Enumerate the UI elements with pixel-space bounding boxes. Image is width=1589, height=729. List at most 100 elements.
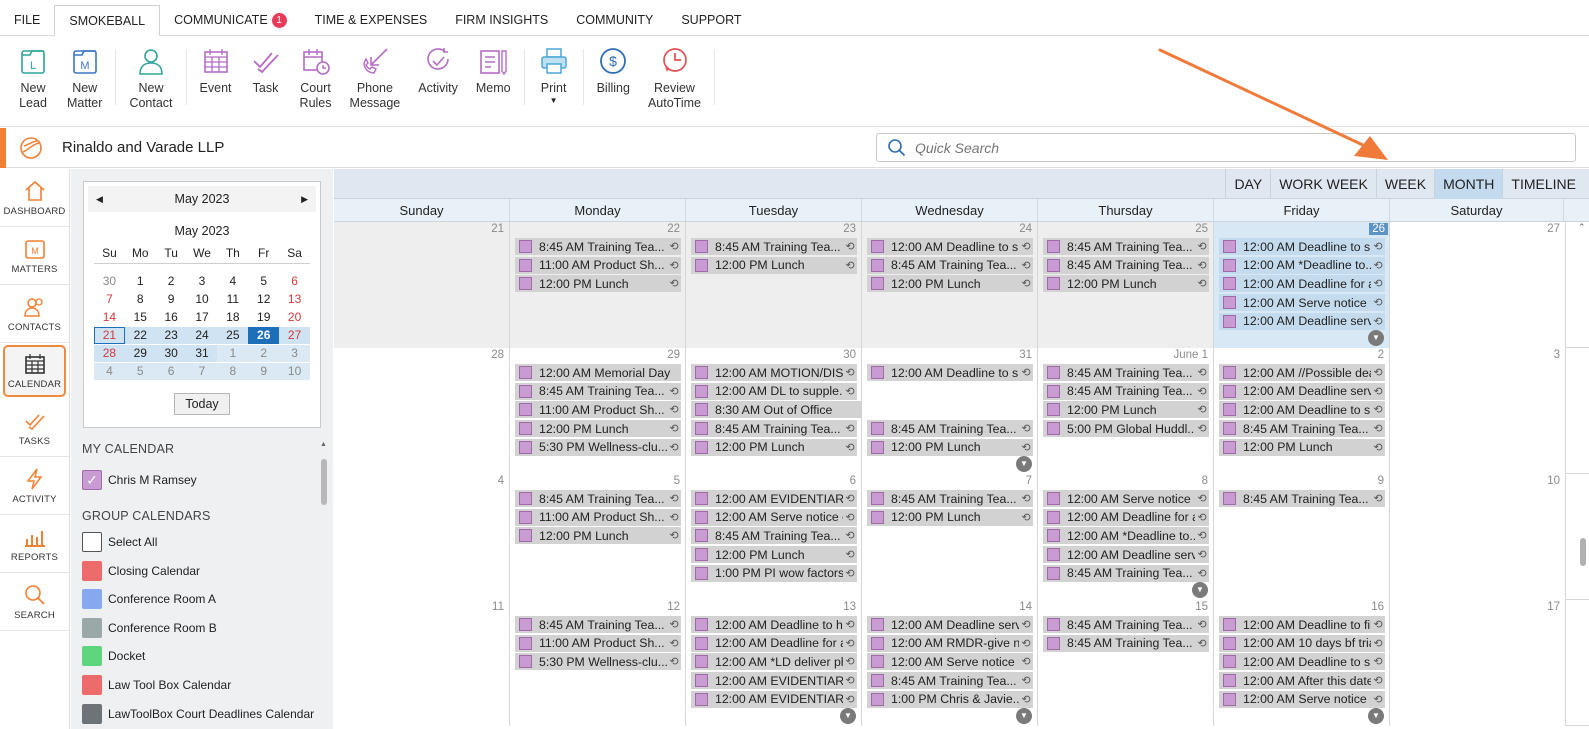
calendar-event[interactable]: 8:45 AM Training Tea... ⟲ bbox=[515, 382, 681, 400]
mini-calendar-day[interactable]: 4 bbox=[94, 363, 125, 380]
mini-calendar-day[interactable]: 15 bbox=[125, 309, 156, 326]
view-month-button[interactable]: MONTH bbox=[1434, 169, 1503, 199]
calendar-event[interactable]: 12:00 AM Deadline serv...⟲ bbox=[1219, 382, 1385, 400]
calendar-event[interactable]: 5:30 PM Wellness-clu... ⟲ bbox=[515, 653, 681, 671]
day-cell[interactable]: 2412:00 AM Deadline to s...⟲8:45 AM Trai… bbox=[862, 222, 1038, 348]
day-cell[interactable]: 15 8:45 AM Training Tea... ⟲ 8:45 AM Traini… bbox=[1038, 600, 1214, 726]
mini-calendar-day[interactable]: 30 bbox=[94, 273, 125, 290]
group-calendar-entry[interactable]: Conference Room A bbox=[82, 589, 216, 610]
mini-calendar-day[interactable]: 14 bbox=[94, 309, 125, 326]
calendar-event[interactable]: 12:00 AM Deadline for a...⟲ bbox=[1219, 275, 1385, 293]
calendar-color-checkbox[interactable] bbox=[82, 532, 102, 552]
mini-calendar-day[interactable]: 7 bbox=[186, 363, 218, 380]
mini-calendar-day[interactable]: 16 bbox=[156, 309, 187, 326]
nav-tasks[interactable]: TASKS bbox=[0, 399, 69, 457]
calendar-event[interactable]: 8:45 AM Training Tea... ⟲ bbox=[691, 238, 857, 255]
group-calendar-entry[interactable]: Closing Calendar bbox=[82, 560, 200, 581]
calendar-event[interactable]: 12:00 AM Deadline to s...⟲ bbox=[1219, 653, 1385, 671]
calendar-event[interactable]: 12:00 AM Serve notice r...⟲ bbox=[1219, 294, 1385, 312]
print-button[interactable]: Print ▼ bbox=[529, 45, 579, 105]
calendar-event[interactable]: 11:00 AM Product Sh... ⟲ bbox=[515, 634, 681, 652]
mini-calendar-day[interactable]: 3 bbox=[187, 273, 218, 290]
day-cell[interactable]: June 1 8:45 AM Training Tea... ⟲ 8:45 AM Tr… bbox=[1038, 348, 1214, 474]
group-calendar-entry[interactable]: LawToolBox Court Deadlines Calendar bbox=[82, 703, 314, 724]
scroll-up-icon[interactable]: ⌃ bbox=[1578, 222, 1586, 233]
mini-calendar-day[interactable]: 24 bbox=[186, 327, 218, 344]
mini-calendar-day[interactable]: 1 bbox=[217, 345, 249, 362]
day-cell[interactable]: 2612:00 AM Deadline to s...⟲12:00 AM *De… bbox=[1214, 222, 1390, 348]
calendar-event[interactable]: 12:00 AM 10 days bf tria...⟲ bbox=[1219, 634, 1385, 652]
mini-calendar-day[interactable]: 8 bbox=[125, 291, 156, 308]
day-cell[interactable]: 10 bbox=[1390, 474, 1566, 600]
nav-search[interactable]: SEARCH bbox=[0, 573, 69, 631]
calendar-event[interactable]: 12:00 AM Serve notice r...⟲ bbox=[1219, 690, 1385, 708]
day-cell[interactable]: 27 bbox=[1390, 222, 1566, 348]
calendar-event[interactable]: 8:45 AM Training Tea... ⟲ bbox=[1043, 364, 1209, 381]
day-cell[interactable]: 7 8:45 AM Training Tea... ⟲ 12:00 PM Lunch ⟲ bbox=[862, 474, 1038, 600]
calendar-event[interactable]: 8:45 AM Training Tea... ⟲ bbox=[515, 616, 681, 633]
calendar-color-checkbox[interactable] bbox=[82, 703, 102, 724]
calendar-event[interactable]: 8:45 AM Training Tea... ⟲ bbox=[1043, 382, 1209, 400]
day-cell[interactable]: 3112:00 AM Deadline to s...⟲8:45 AM Trai… bbox=[862, 348, 1038, 474]
calendar-event[interactable]: 12:00 PM Lunch ⟲ bbox=[867, 275, 1033, 293]
mini-calendar-day[interactable]: 13 bbox=[279, 291, 310, 308]
checkbox-checked-icon[interactable]: ✓ bbox=[82, 470, 102, 490]
calendar-event[interactable]: 12:00 PM Lunch ⟲ bbox=[867, 508, 1033, 526]
scrollbar-thumb[interactable] bbox=[321, 459, 327, 505]
calendar-event[interactable]: 8:45 AM Training Tea... ⟲ bbox=[1043, 616, 1209, 633]
side-panel-scrollbar[interactable]: ▲ bbox=[320, 441, 328, 729]
day-cell[interactable]: 1312:00 AM Deadline to h...⟲12:00 AM Dea… bbox=[686, 600, 862, 726]
more-events-icon[interactable]: ▼ bbox=[1368, 708, 1384, 724]
menu-community[interactable]: COMMUNITY bbox=[562, 5, 667, 35]
day-cell[interactable]: 1412:00 AM Deadline serv...⟲12:00 AM RMD… bbox=[862, 600, 1038, 726]
calendar-color-checkbox[interactable] bbox=[82, 646, 102, 667]
day-cell[interactable]: 612:00 AM EVIDENTIARY...⟲12:00 AM Serve … bbox=[686, 474, 862, 600]
mini-calendar-day[interactable]: 31 bbox=[186, 345, 218, 362]
calendar-event[interactable]: 12:00 PM Lunch ⟲ bbox=[691, 256, 857, 274]
menu-smokeball[interactable]: SMOKEBALL bbox=[54, 5, 161, 36]
calendar-event[interactable]: 12:00 PM Lunch ⟲ bbox=[1043, 275, 1209, 293]
mini-calendar-day[interactable]: 9 bbox=[156, 291, 187, 308]
more-events-icon[interactable]: ▼ bbox=[840, 708, 856, 724]
calendar-event[interactable]: 12:00 AM After this date...⟲ bbox=[1219, 672, 1385, 690]
nav-activity[interactable]: ACTIVITY bbox=[0, 457, 69, 515]
calendar-event[interactable]: 8:45 AM Training Tea... ⟲ bbox=[515, 238, 681, 255]
calendar-event[interactable]: 12:00 PM Lunch ⟲ bbox=[867, 438, 1033, 456]
day-cell[interactable]: 4 bbox=[334, 474, 510, 600]
menu-communicate[interactable]: COMMUNICATE 1 bbox=[160, 5, 301, 35]
calendar-event[interactable]: 12:00 AM EVIDENTIARY...⟲ bbox=[691, 672, 857, 690]
calendar-event[interactable]: 12:00 AM DL to supple... ⟲ bbox=[691, 382, 857, 400]
calendar-event[interactable]: 12:00 AM Deadline to h...⟲ bbox=[691, 616, 857, 633]
calendar-event[interactable]: 8:45 AM Training Tea... ⟲ bbox=[867, 256, 1033, 274]
mini-calendar-day[interactable]: 2 bbox=[248, 345, 280, 362]
day-cell[interactable]: 22 8:45 AM Training Tea... ⟲ 11:00 AM Produ… bbox=[510, 222, 686, 348]
mini-calendar-day[interactable]: 2 bbox=[156, 273, 187, 290]
calendar-event[interactable]: 12:00 PM Lunch ⟲ bbox=[1219, 438, 1385, 456]
calendar-event[interactable]: 12:00 AM MOTION/DIS...⟲ bbox=[691, 364, 857, 381]
day-cell[interactable]: 29 12:00 AM Memorial Day 8:45 AM Training … bbox=[510, 348, 686, 474]
mini-calendar-day[interactable]: 20 bbox=[279, 309, 310, 326]
nav-calendar[interactable]: CALENDAR bbox=[3, 345, 66, 397]
mini-calendar-day[interactable]: 1 bbox=[125, 273, 156, 290]
mini-calendar-day[interactable]: 12 bbox=[248, 291, 279, 308]
day-cell[interactable]: 1612:00 AM Deadline to fil...⟲12:00 AM 1… bbox=[1214, 600, 1390, 726]
chevron-right-icon[interactable]: ▶ bbox=[301, 194, 308, 205]
mini-calendar-day[interactable]: 5 bbox=[248, 273, 279, 290]
new-matter-button[interactable]: M New Matter bbox=[58, 45, 111, 111]
day-cell[interactable]: 12 8:45 AM Training Tea... ⟲ 11:00 AM Produ… bbox=[510, 600, 686, 726]
calendar-event[interactable]: 5:30 PM Wellness-clu... ⟲ bbox=[515, 438, 681, 456]
day-cell[interactable]: 9 8:45 AM Training Tea... ⟲ bbox=[1214, 474, 1390, 600]
calendar-entry-chris-m-ramsey[interactable]: ✓ Chris M Ramsey bbox=[82, 470, 197, 490]
calendar-event[interactable]: 12:00 AM Deadline to s...⟲ bbox=[1219, 238, 1385, 255]
mini-calendar-day[interactable]: 22 bbox=[124, 327, 156, 344]
calendar-event[interactable]: 12:00 PM Lunch ⟲ bbox=[1043, 401, 1209, 419]
nav-dashboard[interactable]: DASHBOARD bbox=[0, 169, 69, 227]
calendar-event[interactable]: 12:00 AM Serve notice r...⟲ bbox=[1043, 490, 1209, 507]
mini-calendar-day[interactable]: 10 bbox=[279, 363, 310, 380]
calendar-event[interactable]: 12:00 AM Serve notice o...⟲ bbox=[691, 508, 857, 526]
calendar-color-checkbox[interactable] bbox=[82, 617, 102, 638]
calendar-event[interactable]: 12:00 AM Deadline to s...⟲ bbox=[867, 364, 1033, 381]
mini-calendar-day[interactable]: 4 bbox=[217, 273, 248, 290]
day-cell[interactable]: 3012:00 AM MOTION/DIS...⟲12:00 AM DL to … bbox=[686, 348, 1032, 474]
chevron-left-icon[interactable]: ◀ bbox=[96, 194, 103, 205]
